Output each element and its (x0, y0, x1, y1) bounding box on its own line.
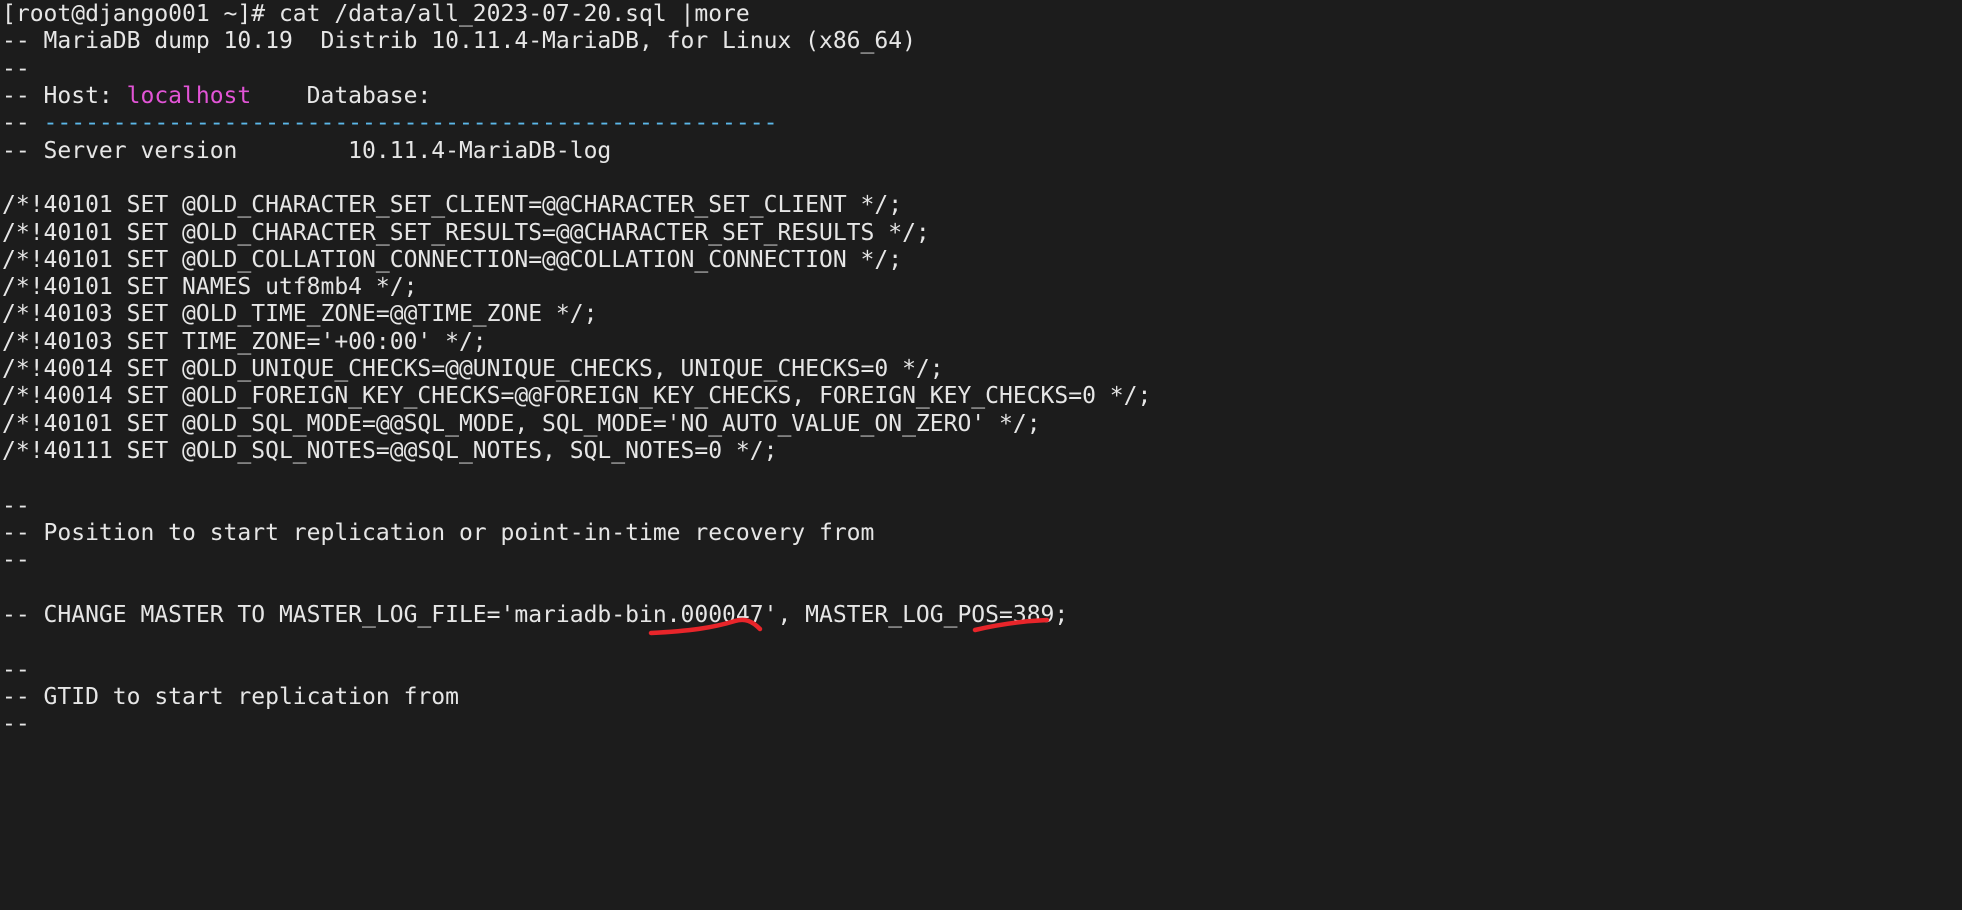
separator-line-seg-1: ----------------------------------------… (43, 110, 778, 137)
comment-blank-1-seg-0: -- (2, 55, 30, 82)
position-comment-seg-0: -- Position to start replication or poin… (2, 519, 875, 546)
set-sql-notes: /*!40111 SET @OLD_SQL_NOTES=@@SQL_NOTES,… (2, 438, 1962, 465)
set-old-collation-connection: /*!40101 SET @OLD_COLLATION_CONNECTION=@… (2, 247, 1962, 274)
comment-blank-5-seg-0: -- (2, 711, 30, 738)
set-time-zone: /*!40103 SET TIME_ZONE='+00:00' */; (2, 329, 1962, 356)
set-old-charset-client-seg-0: /*!40101 SET @OLD_CHARACTER_SET_CLIENT=@… (2, 192, 903, 219)
comment-blank-4-seg-0: -- (2, 656, 30, 683)
server-version-line: -- Server version 10.11.4-MariaDB-log (2, 138, 1962, 165)
set-unique-checks-seg-0: /*!40014 SET @OLD_UNIQUE_CHECKS=@@UNIQUE… (2, 356, 944, 383)
comment-blank-2: -- (2, 493, 1962, 520)
server-version-line-seg-0: -- Server version 10.11.4-MariaDB-log (2, 137, 612, 164)
change-master-line-seg-0: -- CHANGE MASTER TO MASTER_LOG_FILE='mar… (2, 601, 1069, 628)
set-old-charset-client: /*!40101 SET @OLD_CHARACTER_SET_CLIENT=@… (2, 192, 1962, 219)
blank-4 (2, 629, 1962, 656)
comment-blank-3: -- (2, 547, 1962, 574)
set-old-time-zone: /*!40103 SET @OLD_TIME_ZONE=@@TIME_ZONE … (2, 301, 1962, 328)
set-foreign-key-checks-seg-0: /*!40014 SET @OLD_FOREIGN_KEY_CHECKS=@@F… (2, 383, 1152, 410)
set-old-time-zone-seg-0: /*!40103 SET @OLD_TIME_ZONE=@@TIME_ZONE … (2, 301, 598, 328)
set-sql-mode-seg-0: /*!40101 SET @OLD_SQL_MODE=@@SQL_MODE, S… (2, 410, 1041, 437)
set-foreign-key-checks: /*!40014 SET @OLD_FOREIGN_KEY_CHECKS=@@F… (2, 383, 1962, 410)
prompt-line: [root@django001 ~]# cat /data/all_2023-0… (2, 0, 1962, 28)
comment-blank-5: -- (2, 711, 1962, 738)
comment-blank-3-seg-0: -- (2, 547, 30, 574)
blank-1 (2, 165, 1962, 192)
comment-blank-4: -- (2, 657, 1962, 684)
host-line: -- Host: localhost Database: (2, 83, 1962, 110)
position-comment: -- Position to start replication or poin… (2, 520, 1962, 547)
terminal-window[interactable]: [root@django001 ~]# cat /data/all_2023-0… (0, 0, 1962, 910)
terminal-output: [root@django001 ~]# cat /data/all_2023-0… (0, 0, 1962, 738)
gtid-comment-seg-0: -- GTID to start replication from (2, 683, 459, 710)
set-old-charset-results: /*!40101 SET @OLD_CHARACTER_SET_RESULTS=… (2, 220, 1962, 247)
separator-line-seg-0: -- (2, 110, 44, 137)
separator-line: -- -------------------------------------… (2, 110, 1962, 137)
set-time-zone-seg-0: /*!40103 SET TIME_ZONE='+00:00' */; (2, 328, 487, 355)
blank-2 (2, 465, 1962, 492)
dump-header: -- MariaDB dump 10.19 Distrib 10.11.4-Ma… (2, 28, 1962, 55)
set-old-collation-connection-seg-0: /*!40101 SET @OLD_COLLATION_CONNECTION=@… (2, 246, 903, 273)
set-sql-mode: /*!40101 SET @OLD_SQL_MODE=@@SQL_MODE, S… (2, 411, 1962, 438)
comment-blank-1: -- (2, 56, 1962, 83)
gtid-comment: -- GTID to start replication from (2, 684, 1962, 711)
host-line-seg-1: localhost (126, 82, 252, 109)
set-sql-notes-seg-0: /*!40111 SET @OLD_SQL_NOTES=@@SQL_NOTES,… (2, 438, 778, 464)
host-line-seg-2: Database: (251, 82, 446, 109)
change-master-line: -- CHANGE MASTER TO MASTER_LOG_FILE='mar… (2, 602, 1962, 629)
dump-header-seg-0: -- MariaDB dump 10.19 Distrib 10.11.4-Ma… (2, 28, 916, 55)
blank-3 (2, 575, 1962, 602)
host-line-seg-0: -- Host: (2, 82, 127, 109)
comment-blank-2-seg-0: -- (2, 492, 30, 519)
set-old-charset-results-seg-0: /*!40101 SET @OLD_CHARACTER_SET_RESULTS=… (2, 219, 930, 246)
set-names: /*!40101 SET NAMES utf8mb4 */; (2, 274, 1962, 301)
set-unique-checks: /*!40014 SET @OLD_UNIQUE_CHECKS=@@UNIQUE… (2, 356, 1962, 383)
set-names-seg-0: /*!40101 SET NAMES utf8mb4 */; (2, 274, 418, 301)
prompt-line-seg-0: [root@django001 ~]# cat /data/all_2023-0… (2, 1, 750, 27)
